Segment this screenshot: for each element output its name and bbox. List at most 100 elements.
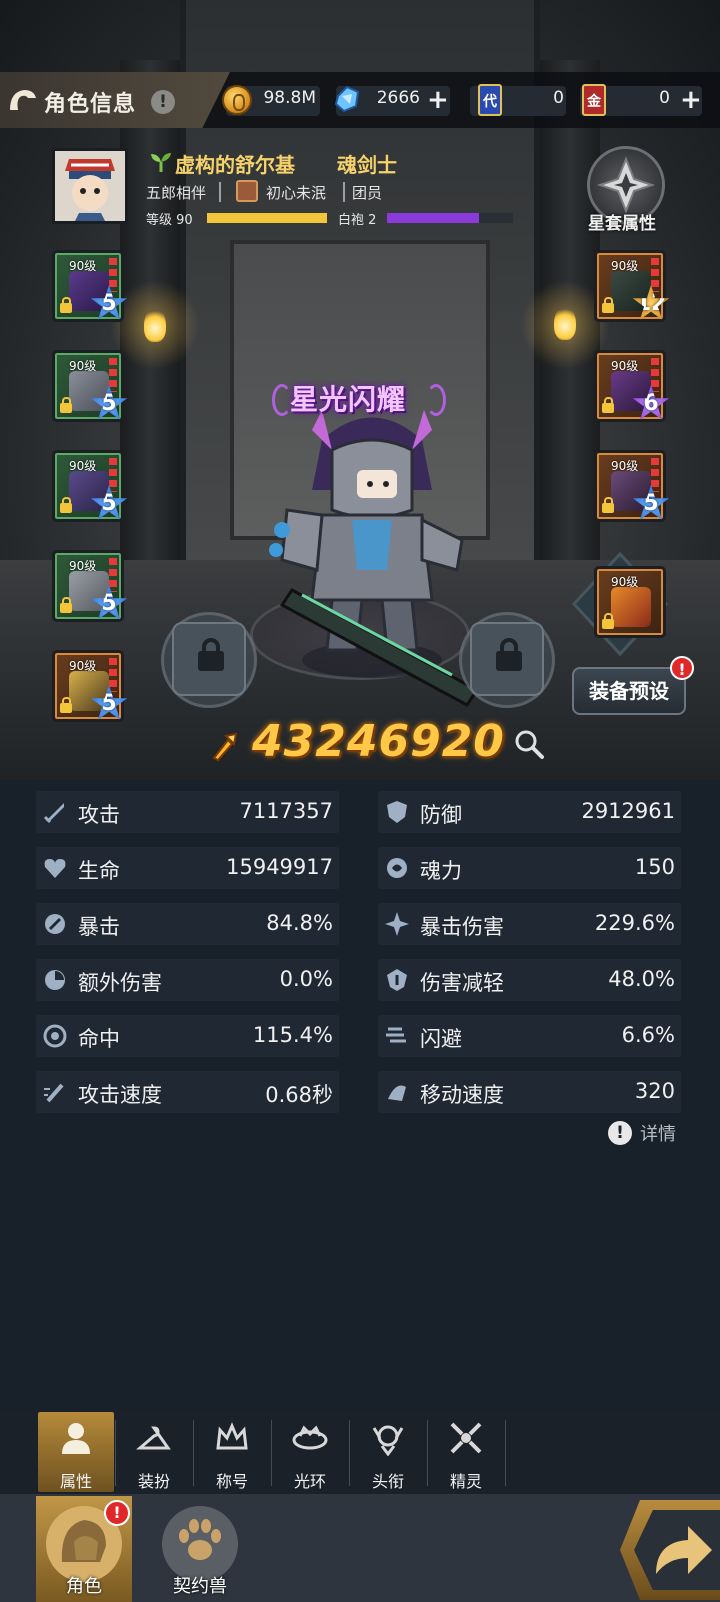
tab-label: 属性 (59, 1472, 92, 1491)
heart-icon (44, 859, 66, 878)
stat-value: 7117357 (239, 799, 333, 823)
gem-sockets (109, 358, 117, 392)
guild-badge-icon (236, 180, 258, 202)
stat-row-dodge: 闪避 6.6% (378, 1015, 681, 1057)
avatar-portrait-icon (55, 151, 125, 221)
add-ticket-b-button[interactable]: + (680, 86, 702, 114)
equip-slot-right-4[interactable]: 90级 (594, 566, 666, 638)
hero-title-badge: 星光闪耀 (290, 383, 407, 416)
nav-label: 契约兽 (173, 1576, 227, 1597)
companion-label: 五郎相伴 (146, 184, 207, 202)
tab-attributes[interactable]: 属性 (38, 1412, 114, 1492)
stat-name: 攻击速度 (78, 1083, 162, 1107)
avatar[interactable] (52, 148, 128, 224)
tab-label: 精灵 (449, 1472, 482, 1491)
halo-icon (292, 1425, 328, 1450)
stat-value: 2912961 (581, 799, 675, 823)
lock-icon (602, 397, 614, 413)
fairy-icon (450, 1422, 482, 1454)
ticket-b-value: 0 (659, 88, 670, 108)
equip-level: 90级 (69, 559, 97, 573)
attack-speed-icon (44, 1083, 64, 1103)
emblem-icon (372, 1425, 404, 1456)
tab-halo[interactable]: 光环 (272, 1412, 348, 1492)
gem-sockets (109, 258, 117, 292)
stat-row-move-speed: 移动速度 320 (378, 1071, 681, 1113)
search-icon[interactable] (513, 728, 545, 760)
back-icon[interactable] (6, 86, 40, 114)
damage-reduction-icon (387, 969, 407, 991)
dodge-icon (386, 1027, 406, 1043)
divider (505, 1420, 506, 1486)
stat-name: 暴击伤害 (420, 915, 504, 939)
level-progress-bar (207, 213, 327, 223)
stat-row-crit: 暴击 84.8% (36, 903, 339, 945)
sword-icon (43, 803, 64, 824)
ticket-a-icon: 代 (478, 84, 502, 116)
tab-label: 装扮 (137, 1472, 170, 1491)
lock-icon-body (496, 651, 522, 671)
ticket-a-value: 0 (553, 88, 564, 108)
lock-icon (60, 697, 72, 713)
info-icon[interactable]: ! (151, 90, 175, 114)
nav-contract-beast[interactable]: 契约兽 (152, 1496, 248, 1602)
stat-name: 伤害减轻 (420, 971, 504, 995)
stat-name: 闪避 (420, 1027, 462, 1051)
stat-row-damage-reduction: 伤害减轻 48.0% (378, 959, 681, 1001)
stat-row-soul: 魂力 150 (378, 847, 681, 889)
extra-damage-icon (45, 970, 65, 990)
lock-icon (60, 497, 72, 513)
tab-titles[interactable]: 称号 (194, 1412, 270, 1492)
emblem-icon (611, 587, 651, 627)
crit-icon (45, 914, 65, 934)
divider (343, 182, 345, 202)
stat-row-defense: 防御 2912961 (378, 791, 681, 833)
forward-arrow-icon (656, 1526, 712, 1574)
tab-rank[interactable]: 头衔 (350, 1412, 426, 1492)
gem-sockets (109, 658, 117, 692)
stat-value: 84.8% (266, 911, 333, 935)
lock-icon (60, 297, 72, 313)
character-icon (61, 1520, 106, 1562)
detail-link[interactable]: 详情 (640, 1120, 676, 1146)
stat-name: 防御 (420, 803, 462, 827)
lock-icon-body (198, 651, 224, 671)
rank-label: 白袍 2 (338, 213, 377, 228)
combat-power: 43246920 (252, 716, 505, 767)
gold-coin-icon (222, 85, 252, 115)
hanger-icon (136, 1426, 171, 1450)
lock-icon (500, 638, 518, 652)
gem-sockets (651, 258, 659, 292)
stat-value: 150 (634, 855, 675, 879)
target-icon (43, 1024, 67, 1048)
stat-name: 移动速度 (420, 1083, 504, 1107)
gem-sockets (109, 558, 117, 592)
tab-outfit[interactable]: 装扮 (116, 1412, 192, 1492)
stat-value: 6.6% (621, 1023, 675, 1047)
stat-name: 暴击 (78, 915, 120, 939)
hero-character[interactable] (262, 400, 492, 730)
detail-info-icon[interactable]: ! (608, 1121, 632, 1145)
gem-sockets (109, 458, 117, 492)
lock-icon (202, 638, 220, 652)
shield-icon (387, 801, 407, 823)
lock-icon (602, 613, 614, 629)
stat-row-hp: 生命 15949917 (36, 847, 339, 889)
guild-role-label: 团员 (352, 184, 383, 202)
add-diamond-button[interactable]: + (427, 86, 449, 114)
lock-icon (60, 397, 72, 413)
level-label: 等级 90 (146, 213, 193, 228)
person-icon (62, 1423, 90, 1454)
lock-icon (602, 297, 614, 313)
equipment-preset-button[interactable]: 装备预设 (572, 667, 686, 715)
equip-level: 90级 (611, 575, 639, 589)
left-torch-icon (144, 308, 166, 342)
stat-value: 15949917 (226, 855, 333, 879)
tab-label: 头衔 (371, 1472, 404, 1491)
level-progress-fill (207, 213, 327, 223)
equip-level: 90级 (611, 359, 639, 373)
gold-value: 98.8M (263, 88, 316, 108)
crit-damage-icon (385, 912, 409, 936)
tab-sprite[interactable]: 精灵 (428, 1412, 504, 1492)
rank-progress-fill (387, 213, 479, 223)
